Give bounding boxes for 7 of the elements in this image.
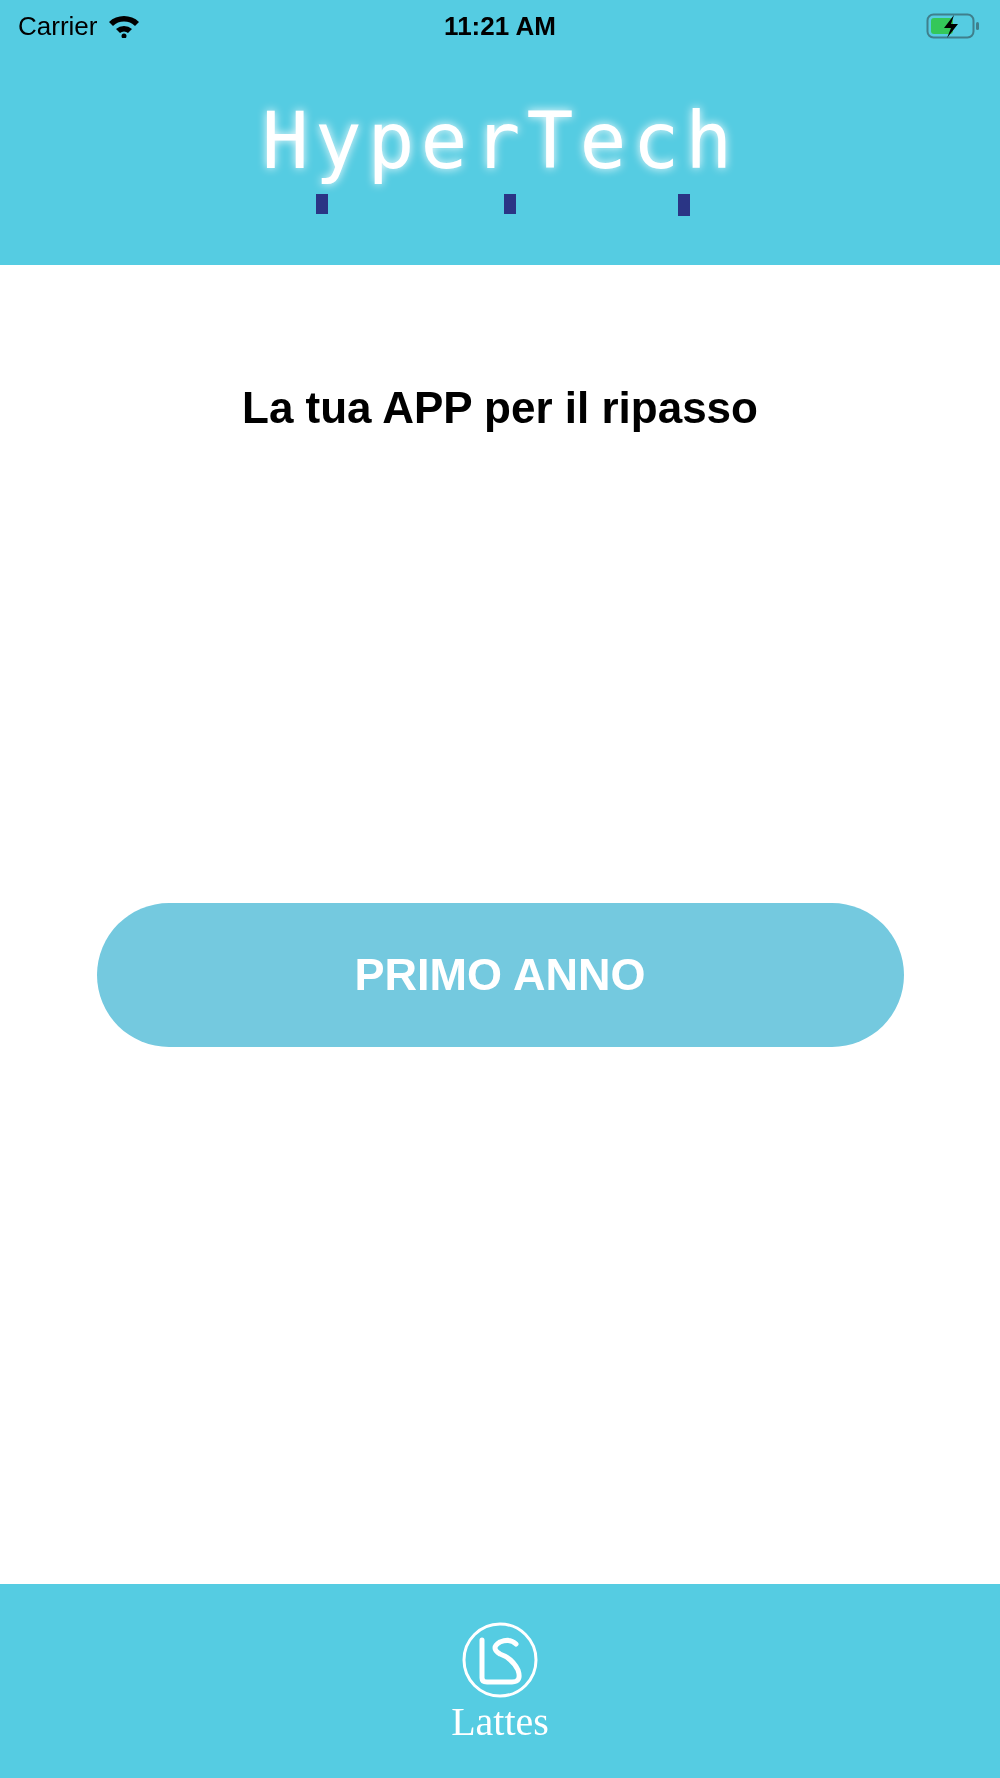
clock-time: 11:21 AM: [444, 9, 556, 43]
wifi-icon: [107, 14, 142, 38]
year-button[interactable]: PRIMO ANNO: [96, 903, 904, 1047]
publisher-logo: Lattes: [451, 1702, 549, 1742]
emblem-icon: [460, 1620, 540, 1700]
page-title: La tua APP per il ripasso: [242, 382, 758, 434]
carrier-label: Carrier: [18, 9, 98, 43]
